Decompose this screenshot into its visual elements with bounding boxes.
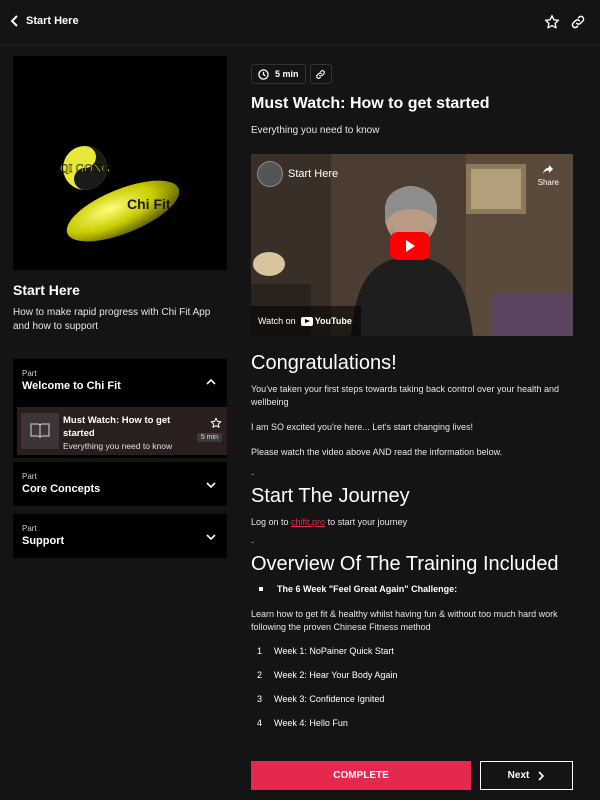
youtube-logo: YouTube [300,316,352,326]
next-label: Next [507,770,530,781]
list-text: Week 3: Confidence Ignited [274,694,385,704]
watch-on-label: Watch on [258,316,296,326]
journey-paragraph: Log on to chifit.pro to start your journ… [251,516,573,529]
link-icon[interactable] [570,14,586,30]
lesson-thumbnail [21,413,59,449]
part-kicker: Part [22,472,37,481]
link-icon [316,69,325,79]
back-label: Start Here [26,15,79,27]
lesson-title: Must Watch: How to get started [251,95,490,112]
week-list-item: 2 Week 2: Hear Your Body Again [257,670,573,680]
part-header-support[interactable]: Part Support [13,514,227,558]
list-number: 1 [257,646,263,656]
congrats-paragraph-2: I am SO excited you're here... Let's sta… [251,422,474,432]
overview-heading: Overview Of The Training Included [251,553,559,575]
chevron-down-icon [205,530,217,542]
bullet-text: The 6 Week "Feel Great Again" Challenge: [277,584,458,594]
overview-paragraph: Learn how to get fit & healthy whilst ha… [251,609,558,632]
duration-label: 5 min [275,69,299,79]
part-name: Core Concepts [22,483,101,495]
youtube-icon [300,316,313,326]
challenge-bullet: The 6 Week "Feel Great Again" Challenge: [259,584,573,594]
book-icon [30,423,50,439]
play-button[interactable] [390,232,430,260]
lesson-title: Must Watch: How to get started [63,415,171,439]
week-list-item: 3 Week 3: Confidence Ignited [257,694,573,704]
course-title: Start Here [13,282,80,298]
divider-dash: - [251,469,254,479]
share-arrow-icon [543,165,554,174]
journey-heading: Start The Journey [251,485,410,507]
part-kicker: Part [22,369,37,378]
lesson-content: 5 min Must Watch: How to get started Eve… [251,64,573,728]
part-name: Support [22,535,65,547]
lesson-duration-badge: 5 min [196,433,222,442]
play-icon [406,240,415,252]
journey-post: to start your journey [325,517,408,527]
lesson-meta: 5 min [251,64,573,84]
list-text: Week 2: Hear Your Body Again [274,670,398,680]
part-core-concepts: Part Core Concepts [13,462,227,506]
watch-on-youtube-link[interactable]: Watch on YouTube [251,306,361,336]
complete-button[interactable]: COMPLETE [251,761,471,790]
back-button[interactable]: Start Here [10,15,79,27]
list-number: 4 [257,718,263,728]
part-name: Welcome to Chi Fit [22,380,121,392]
divider-dash: - [251,537,254,547]
week-list-item: 1 Week 1: NoPainer Quick Start [257,646,573,656]
part-header-core-concepts[interactable]: Part Core Concepts [13,462,227,506]
congrats-heading: Congratulations! [251,352,397,374]
cover-logo-text: QI GONG [60,161,111,175]
lesson-subtitle: Everything you need to know [63,441,173,451]
chi-fit-logo: QI GONG Chi Fit [60,146,180,242]
chifit-link[interactable]: chifit.pro [291,517,325,527]
star-outline-icon[interactable] [210,416,222,428]
platform-label: YouTube [314,316,352,326]
video-title[interactable]: Start Here [288,168,338,180]
share-label: Share [537,178,559,187]
lesson-item-must-watch[interactable]: Must Watch: How to get started Everythin… [17,407,227,455]
list-number: 2 [257,670,263,680]
share-button[interactable]: Share [538,164,559,187]
duration-chip: 5 min [251,64,306,84]
course-description: How to make rapid progress with Chi Fit … [13,307,211,332]
copy-link-button[interactable] [309,64,332,84]
top-bar: Start Here [0,0,600,46]
part-kicker: Part [22,524,37,533]
part-welcome: Part Welcome to Chi Fit Must Watch: How … [13,359,227,458]
star-outline-icon[interactable] [544,14,560,30]
congrats-paragraph-3: Please watch the video above AND read th… [251,447,503,457]
channel-avatar[interactable] [257,161,283,187]
chevron-down-icon [205,478,217,490]
chevron-left-icon [10,15,18,27]
chevron-right-icon [538,770,545,781]
journey-pre: Log on to [251,517,292,527]
course-sidebar: QI GONG Chi Fit Start Here How to make r… [13,56,227,558]
cover-brand-text: Chi Fit [127,196,171,212]
clock-icon [258,68,269,80]
chevron-up-icon [205,375,217,387]
lesson-subtitle: Everything you need to know [251,125,380,136]
part-header-welcome[interactable]: Part Welcome to Chi Fit [13,359,227,403]
video-player[interactable]: Start Here Share Watch on YouTube [251,154,573,336]
list-text: Week 1: NoPainer Quick Start [274,646,394,656]
list-text: Week 4: Hello Fun [274,718,348,728]
course-cover-image: QI GONG Chi Fit [13,56,227,270]
list-number: 3 [257,694,263,704]
week-list-item: 4 Week 4: Hello Fun [257,718,573,728]
bullet-dot [259,587,263,591]
part-support: Part Support [13,514,227,558]
congrats-paragraph-1: You've taken your first steps towards ta… [251,384,560,407]
next-button[interactable]: Next [480,761,573,790]
